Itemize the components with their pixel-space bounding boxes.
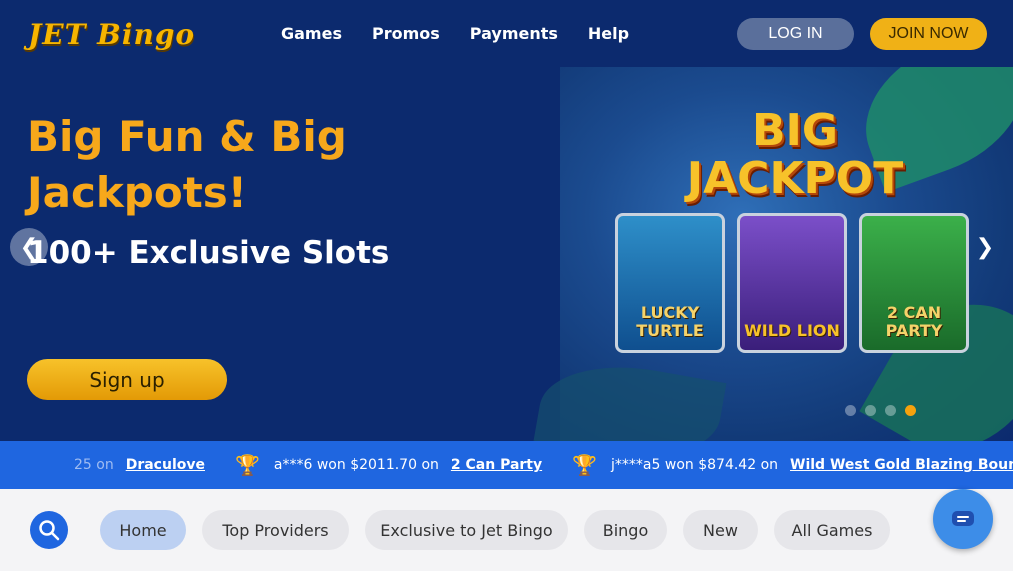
carousel-next-icon[interactable]: ❯ [966, 228, 1004, 266]
ticker-text: 25 on [74, 457, 114, 473]
carousel-dot[interactable] [885, 405, 896, 416]
nav-help[interactable]: Help [588, 24, 629, 43]
winners-ticker: 25 on Draculove 🏆 a***6 won $2011.70 on … [0, 441, 1013, 489]
trophy-icon: 🏆 [572, 453, 598, 477]
trophy-icon: 🏆 [234, 453, 260, 477]
hero-subtitle: 100+ Exclusive Slots [27, 235, 390, 271]
carousel-dot-active[interactable] [905, 405, 916, 416]
tab-new[interactable]: New [683, 510, 758, 550]
ticker-user: j****a5 [611, 457, 661, 473]
ticker-amount: $874.42 [698, 457, 757, 473]
tab-all-games[interactable]: All Games [774, 510, 890, 550]
ticker-item: 25 on Draculove [74, 457, 235, 473]
big-jackpot-banner: BIG JACKPOT [686, 105, 904, 204]
carousel-dots [845, 405, 916, 416]
search-icon [39, 520, 60, 541]
carousel-prev-icon[interactable]: ❮ [10, 228, 48, 266]
game-card-wild-lion[interactable]: WILD LION [737, 213, 847, 353]
ticker-item: 🏆 a***6 won $2011.70 on 2 Can Party [234, 453, 543, 477]
chat-icon [952, 511, 974, 526]
category-bar: Home Top Providers Exclusive to Jet Bing… [0, 489, 1013, 571]
join-now-button[interactable]: JOIN NOW [870, 18, 987, 50]
tab-home[interactable]: Home [100, 510, 186, 550]
tab-exclusive[interactable]: Exclusive to Jet Bingo [365, 510, 568, 550]
ticker-game-link[interactable]: Draculove [126, 457, 205, 473]
ticker-item: 🏆 j****a5 won $874.42 on Wild West Gold … [572, 453, 1013, 477]
game-card-lucky-turtle[interactable]: LUCKY TURTLE [615, 213, 725, 353]
game-card-2-can-party[interactable]: 2 CAN PARTY [859, 213, 969, 353]
signup-button[interactable]: Sign up [27, 359, 227, 400]
jet-bingo-logo[interactable]: JET Bingo [28, 18, 195, 51]
chat-button[interactable] [933, 489, 993, 549]
login-button[interactable]: LOG IN [737, 18, 854, 50]
nav-games[interactable]: Games [281, 24, 342, 43]
nav-payments[interactable]: Payments [470, 24, 558, 43]
ticker-game-link[interactable]: Wild West Gold Blazing Bounty [790, 457, 1013, 473]
tab-bingo[interactable]: Bingo [584, 510, 667, 550]
carousel-dot[interactable] [845, 405, 856, 416]
ticker-amount: $2011.70 [350, 457, 417, 473]
nav-promos[interactable]: Promos [372, 24, 440, 43]
carousel-dot[interactable] [865, 405, 876, 416]
hero-carousel: Big Fun & Big Jackpots! 100+ Exclusive S… [0, 67, 1013, 441]
ticker-user: a***6 [273, 457, 313, 473]
main-nav: Games Promos Payments Help [281, 24, 629, 43]
site-header: JET Bingo Games Promos Payments Help LOG… [0, 0, 1013, 67]
ticker-game-link[interactable]: 2 Can Party [451, 457, 542, 473]
hero-title: Big Fun & Big Jackpots! [27, 112, 347, 217]
tab-top-providers[interactable]: Top Providers [202, 510, 349, 550]
search-button[interactable] [30, 511, 68, 549]
